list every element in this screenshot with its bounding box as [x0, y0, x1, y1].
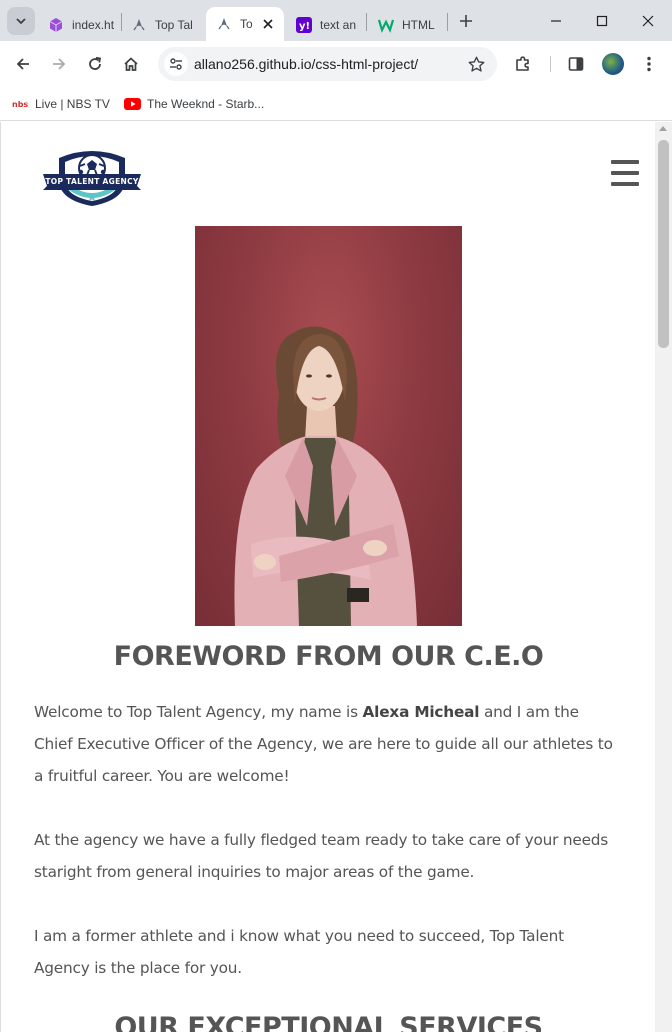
foreword-paragraph-2: At the agency we have a fully fledged te…: [34, 831, 609, 881]
page-scrollbar[interactable]: [655, 122, 672, 1032]
bookmark-label: Live | NBS TV: [35, 97, 110, 111]
foreword-title: FOREWORD FROM OUR C.E.O: [113, 641, 544, 672]
bookmarks-bar: nbs Live | NBS TV The Weeknd - Starb...: [0, 87, 672, 121]
back-button[interactable]: [9, 50, 37, 78]
arrow-right-icon: [53, 58, 66, 70]
browser-toolbar: allano256.github.io/css-html-project/: [0, 41, 672, 87]
more-vertical-icon: [647, 56, 651, 72]
close-icon: [263, 19, 273, 29]
tab-index[interactable]: index.html: [48, 8, 114, 41]
maximize-button[interactable]: [589, 8, 615, 34]
tab-separator: [366, 13, 367, 31]
toolbar-divider: [550, 56, 551, 72]
tab-title: HTML: [402, 17, 435, 32]
scroll-up-arrow[interactable]: [659, 126, 667, 131]
tab-title: Top Talent Agency: [155, 17, 193, 32]
tab-html[interactable]: HTML: [378, 8, 440, 41]
address-bar[interactable]: allano256.github.io/css-html-project/: [158, 47, 497, 81]
side-panel-icon: [568, 57, 584, 71]
tab-search-button[interactable]: [7, 7, 35, 35]
reload-icon: [89, 56, 102, 70]
page-viewport: TOP TALENT AGENCY FOREWORD FROM OUR C.E.…: [0, 122, 672, 1032]
maximize-icon: [596, 15, 608, 27]
rocket-icon: [216, 16, 232, 32]
minimize-button[interactable]: [543, 8, 569, 34]
rocket-icon: [131, 17, 147, 33]
close-window-button[interactable]: [635, 8, 661, 34]
tab-title: text and: [320, 17, 356, 32]
site-info-button[interactable]: [164, 52, 188, 76]
nbs-icon: nbs: [12, 99, 29, 109]
extensions-button[interactable]: [509, 50, 537, 78]
w3-icon: [378, 17, 394, 33]
menu-bar: [611, 171, 639, 175]
bookmark-nbs[interactable]: nbs Live | NBS TV: [12, 94, 110, 114]
menu-bar: [611, 160, 639, 164]
tab-top-talent-active[interactable]: Top Talent Agency: [206, 7, 284, 41]
svg-text:nbs: nbs: [12, 100, 28, 109]
tab-yahoo[interactable]: y! text and: [296, 8, 356, 41]
tune-icon: [170, 58, 182, 70]
close-tab-button[interactable]: [260, 16, 276, 32]
bookmark-label: The Weeknd - Starb...: [147, 97, 265, 111]
home-button[interactable]: [117, 50, 145, 78]
hamburger-menu-button[interactable]: [611, 160, 639, 186]
svg-text:y!: y!: [299, 21, 310, 32]
close-icon: [642, 15, 654, 27]
star-icon: [468, 56, 484, 72]
minimize-icon: [551, 20, 561, 22]
url-text: allano256.github.io/css-html-project/: [194, 56, 419, 72]
side-panel-button[interactable]: [562, 50, 590, 78]
new-tab-button[interactable]: [455, 10, 477, 32]
cube-icon: [48, 17, 64, 33]
tab-separator: [447, 13, 448, 31]
paragraph-text: Welcome to Top Talent Agency, my name is: [34, 703, 363, 721]
chevron-down-icon: [16, 18, 26, 25]
scrollbar-thumb[interactable]: [658, 140, 669, 348]
logo-text: TOP TALENT AGENCY: [45, 177, 139, 186]
arrow-left-icon: [16, 58, 29, 70]
ceo-photo: [195, 226, 462, 626]
services-title: OUR EXCEPTIONAL SERVICES: [114, 1012, 543, 1032]
site-logo[interactable]: TOP TALENT AGENCY: [41, 146, 143, 208]
puzzle-icon: [516, 56, 529, 71]
forward-button[interactable]: [45, 50, 73, 78]
plus-icon: [460, 15, 472, 27]
foreword-paragraph-3: I am a former athlete and i know what yo…: [34, 927, 564, 977]
reload-button[interactable]: [81, 50, 109, 78]
home-icon: [124, 57, 138, 71]
profile-avatar[interactable]: [602, 53, 624, 75]
bookmark-star-button[interactable]: [467, 55, 485, 73]
tab-title: Top Talent Agency: [240, 17, 252, 31]
menu-bar: [611, 182, 639, 186]
bookmark-weeknd[interactable]: The Weeknd - Starb...: [124, 94, 264, 114]
yahoo-icon: y!: [296, 16, 312, 33]
menu-button[interactable]: [635, 50, 663, 78]
ceo-name: Alexa Micheal: [362, 703, 480, 721]
foreword-paragraph-1: Welcome to Top Talent Agency, my name is…: [34, 696, 614, 792]
tab-top-talent-1[interactable]: Top Talent Agency: [131, 8, 193, 41]
tab-strip: index.html Top Talent Agency Top Talent …: [0, 0, 672, 41]
tab-title: index.html: [72, 17, 114, 32]
tab-separator: [121, 13, 122, 31]
youtube-icon: [124, 98, 141, 110]
